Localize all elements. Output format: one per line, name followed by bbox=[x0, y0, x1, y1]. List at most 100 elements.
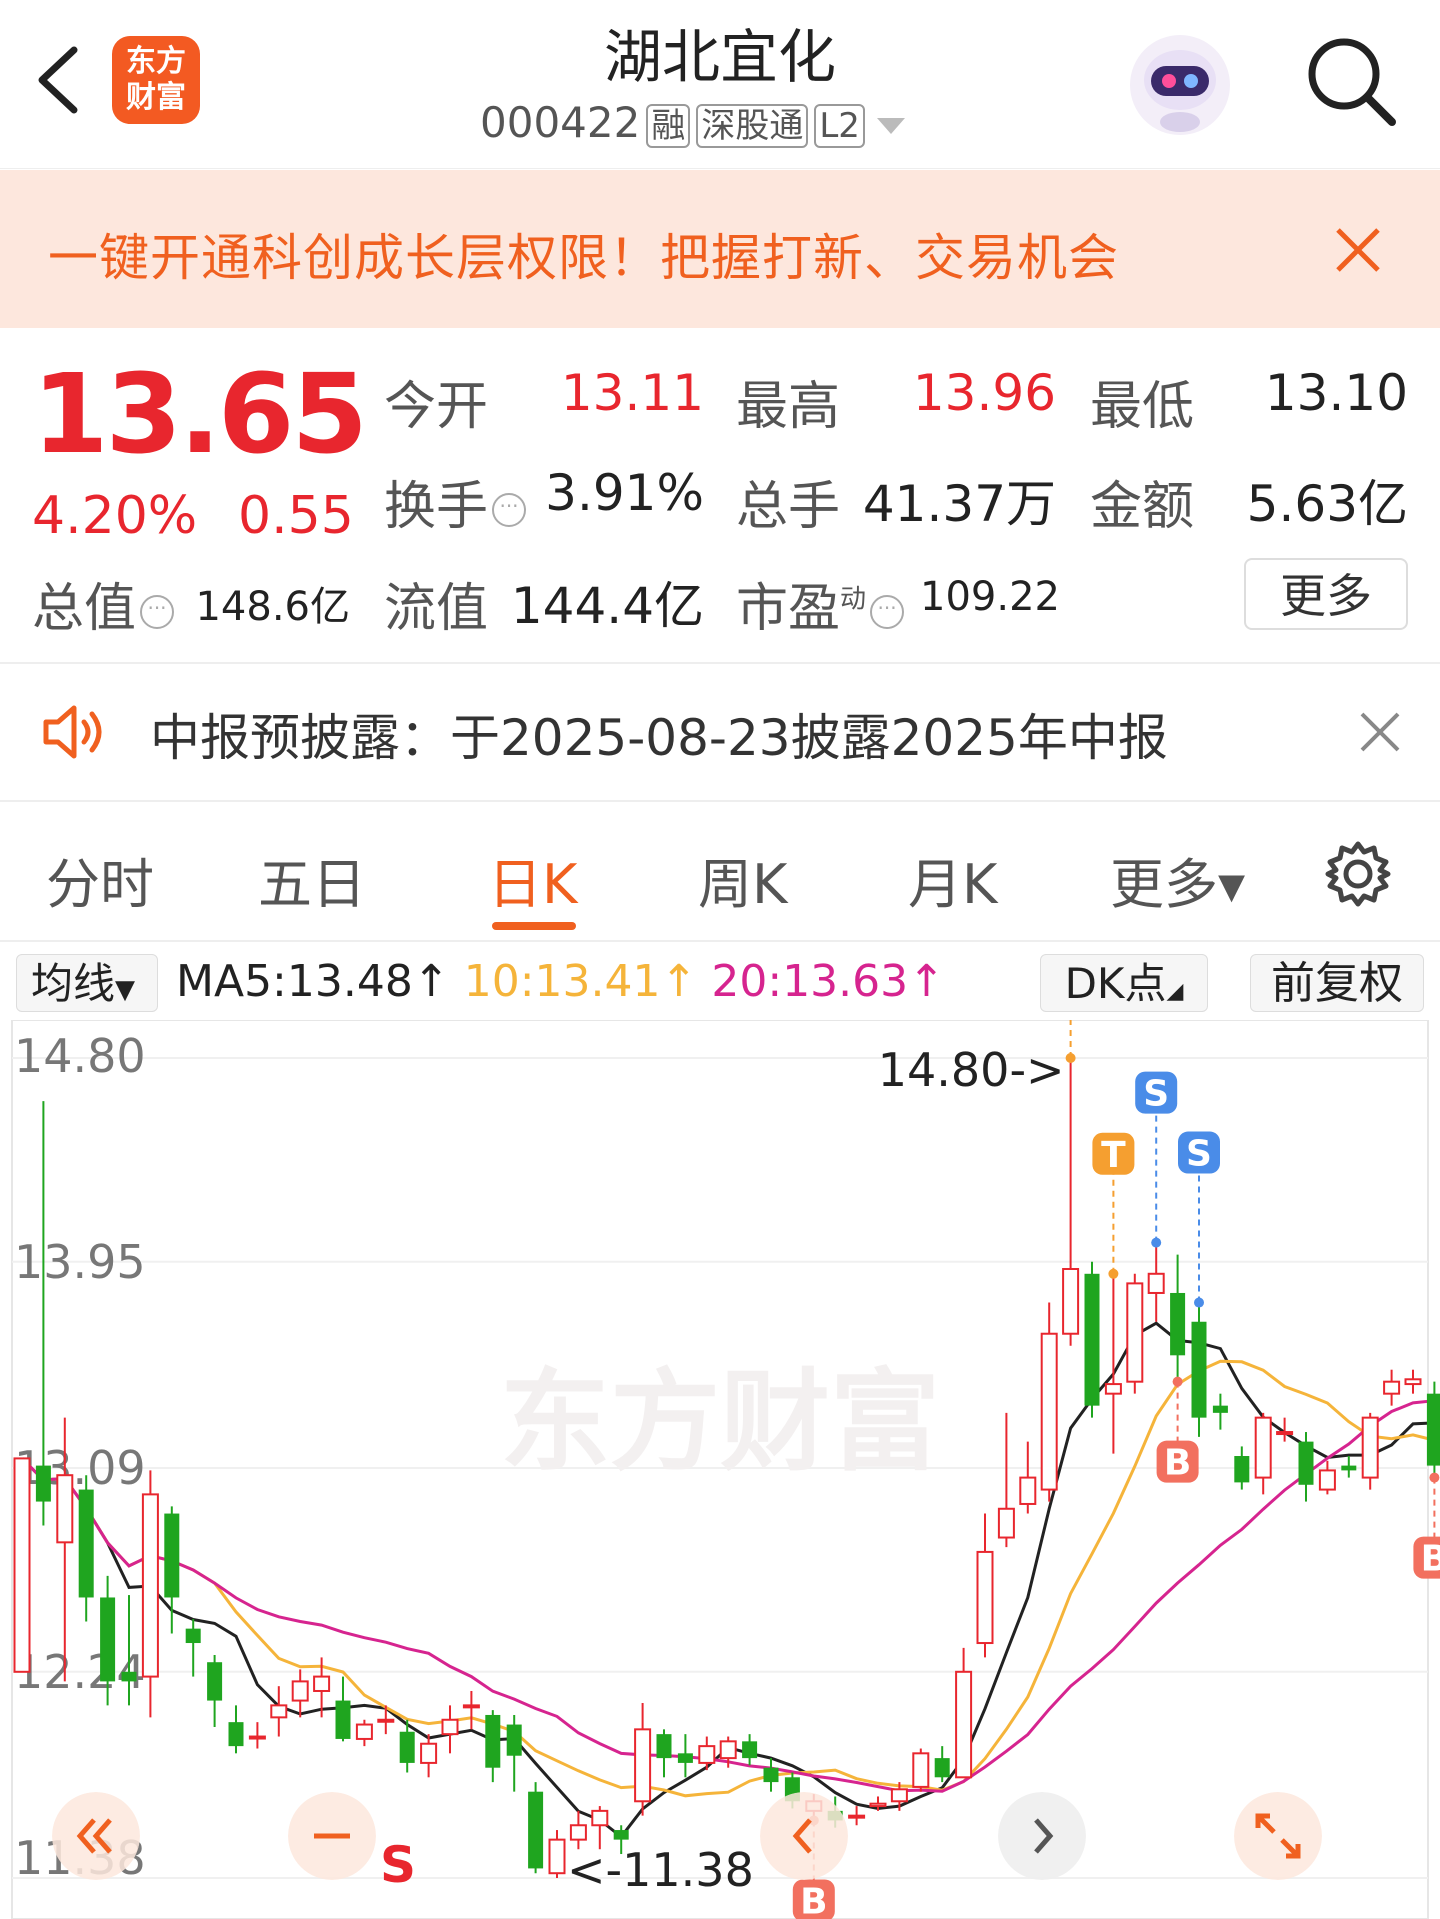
candle-body bbox=[634, 1728, 652, 1803]
candle-body bbox=[462, 1704, 480, 1709]
candle-body bbox=[976, 1550, 994, 1645]
candle-body bbox=[742, 1741, 758, 1759]
candle-body bbox=[613, 1830, 629, 1840]
promo-text[interactable]: 一键开通科创成长层权限！把握打新、交易机会 bbox=[48, 218, 1119, 290]
kline-chart[interactable]: 东方财富 14.8013.9513.0912.2411.38 BTTSBSB 1… bbox=[0, 1020, 1440, 1919]
signal-label: B bbox=[1421, 1539, 1440, 1580]
tag-margin: 融 bbox=[646, 103, 691, 148]
announcement-text[interactable]: 中报预披露：于2025-08-23披露2025年中报 bbox=[150, 698, 1168, 770]
turnover-label[interactable]: 换手 ··· bbox=[384, 464, 527, 539]
signal-dot bbox=[1108, 1268, 1119, 1279]
chevron-down-icon[interactable] bbox=[876, 117, 905, 134]
y-tick-label: 13.09 bbox=[14, 1441, 146, 1495]
float-value: 144.4亿 bbox=[510, 577, 704, 635]
close-icon[interactable] bbox=[1356, 708, 1404, 756]
candle-body bbox=[78, 1489, 94, 1598]
ma-selector[interactable]: 均线▼ bbox=[16, 954, 158, 1012]
divider bbox=[0, 800, 1440, 802]
ma20-value: 20:13.63↑ bbox=[711, 956, 946, 1007]
tab-monthly-k[interactable]: 月K bbox=[908, 840, 997, 919]
change-percent: 4.20% bbox=[32, 486, 198, 546]
tab-weekly-k[interactable]: 周K bbox=[698, 840, 787, 919]
back-arrow-icon[interactable] bbox=[32, 40, 92, 120]
info-icon[interactable]: ··· bbox=[492, 493, 527, 527]
signal-label: S bbox=[1186, 1134, 1212, 1175]
candle-body bbox=[1019, 1476, 1037, 1505]
app-logo: 东方 财富 bbox=[112, 36, 200, 124]
tab-daily-k[interactable]: 日K bbox=[488, 840, 577, 919]
chart-watermark: 东方财富 bbox=[500, 1358, 940, 1486]
signal-dot bbox=[1151, 1237, 1162, 1248]
candle-body bbox=[228, 1722, 244, 1747]
info-icon[interactable]: ··· bbox=[870, 595, 905, 629]
mktcap-value: 148.6亿 bbox=[195, 584, 350, 630]
gear-icon[interactable] bbox=[1322, 838, 1394, 910]
robot-assistant-icon[interactable] bbox=[1125, 30, 1235, 140]
candle-body bbox=[1104, 1383, 1122, 1395]
tab-five-day[interactable]: 五日 bbox=[258, 840, 366, 919]
logo-text-line1: 东方 bbox=[126, 44, 186, 79]
more-quote-button[interactable]: 更多 bbox=[1244, 558, 1408, 630]
pe-superscript: 动 bbox=[840, 584, 867, 615]
close-icon[interactable] bbox=[1330, 222, 1386, 278]
fullscreen-icon[interactable] bbox=[1234, 1792, 1322, 1880]
tag-level2: L2 bbox=[814, 103, 865, 148]
candle-body bbox=[1298, 1441, 1314, 1485]
double-left-arrow-icon[interactable] bbox=[52, 1792, 140, 1880]
candle-body bbox=[1383, 1380, 1401, 1395]
ma-values: MA5:13.48↑ 10:13.41↑ 20:13.63↑ bbox=[176, 956, 945, 1007]
candle-body bbox=[100, 1597, 116, 1682]
candle-body bbox=[1426, 1393, 1440, 1466]
active-tab-indicator bbox=[492, 922, 576, 930]
high-annotation: 14.80-> bbox=[878, 1043, 1065, 1097]
pe-value: 109.22 bbox=[920, 574, 1060, 620]
mktcap-label-text: 总值 bbox=[32, 579, 137, 639]
corner-triangle-icon: ◢ bbox=[1166, 979, 1184, 1004]
change-amount: 0.55 bbox=[238, 486, 354, 546]
signal-label: B bbox=[1164, 1443, 1191, 1484]
candle-body bbox=[270, 1704, 288, 1719]
y-tick-label: 14.80 bbox=[14, 1029, 146, 1083]
candle-body bbox=[1234, 1456, 1250, 1483]
tab-more[interactable]: 更多▾ bbox=[1110, 840, 1245, 919]
candle-body bbox=[1212, 1405, 1228, 1413]
volume-label: 总手 bbox=[736, 477, 841, 537]
signal-dot bbox=[1172, 1376, 1183, 1387]
stock-code-line[interactable]: 000422 融深股通 L2 bbox=[480, 98, 1000, 148]
candle-body bbox=[1147, 1272, 1165, 1294]
mktcap-label[interactable]: 总值 ··· bbox=[32, 566, 175, 641]
signal-label: T bbox=[1101, 1135, 1126, 1176]
speaker-icon bbox=[43, 705, 102, 759]
candle-body bbox=[869, 1802, 887, 1808]
candle-body bbox=[934, 1758, 950, 1778]
adjust-mode-button[interactable]: 前复权 bbox=[1250, 954, 1424, 1012]
ma5-value: MA5:13.48↑ bbox=[176, 956, 450, 1007]
volume-value: 41.37万 bbox=[862, 475, 1056, 533]
left-arrow-icon[interactable] bbox=[760, 1792, 848, 1880]
info-icon[interactable]: ··· bbox=[140, 595, 175, 629]
candle-body bbox=[1341, 1465, 1357, 1471]
candle-body bbox=[698, 1745, 716, 1764]
right-arrow-icon[interactable] bbox=[998, 1792, 1086, 1880]
low-value: 13.10 bbox=[1264, 364, 1408, 422]
search-icon[interactable] bbox=[1300, 30, 1400, 130]
stock-code: 000422 bbox=[480, 98, 641, 147]
signal-label: S bbox=[1143, 1074, 1169, 1115]
tab-intraday[interactable]: 分时 bbox=[46, 840, 154, 919]
pe-label[interactable]: 市盈动 ··· bbox=[736, 566, 905, 641]
signal-dot bbox=[1194, 1297, 1204, 1308]
candle-body bbox=[1276, 1431, 1294, 1436]
candle-body bbox=[355, 1723, 373, 1740]
float-label: 流值 bbox=[384, 579, 489, 639]
candle-body bbox=[955, 1670, 973, 1779]
turnover-label-text: 换手 bbox=[384, 477, 489, 537]
dk-point-button[interactable]: DK点◢ bbox=[1040, 954, 1208, 1012]
current-price: 13.65 bbox=[32, 350, 368, 478]
candle-body bbox=[591, 1809, 609, 1827]
candle-body bbox=[121, 1671, 137, 1682]
zoom-out-icon[interactable] bbox=[288, 1792, 376, 1880]
candle-body bbox=[141, 1493, 159, 1678]
candle-body bbox=[912, 1752, 930, 1788]
candle-body bbox=[485, 1714, 501, 1768]
open-value: 13.11 bbox=[560, 364, 704, 422]
